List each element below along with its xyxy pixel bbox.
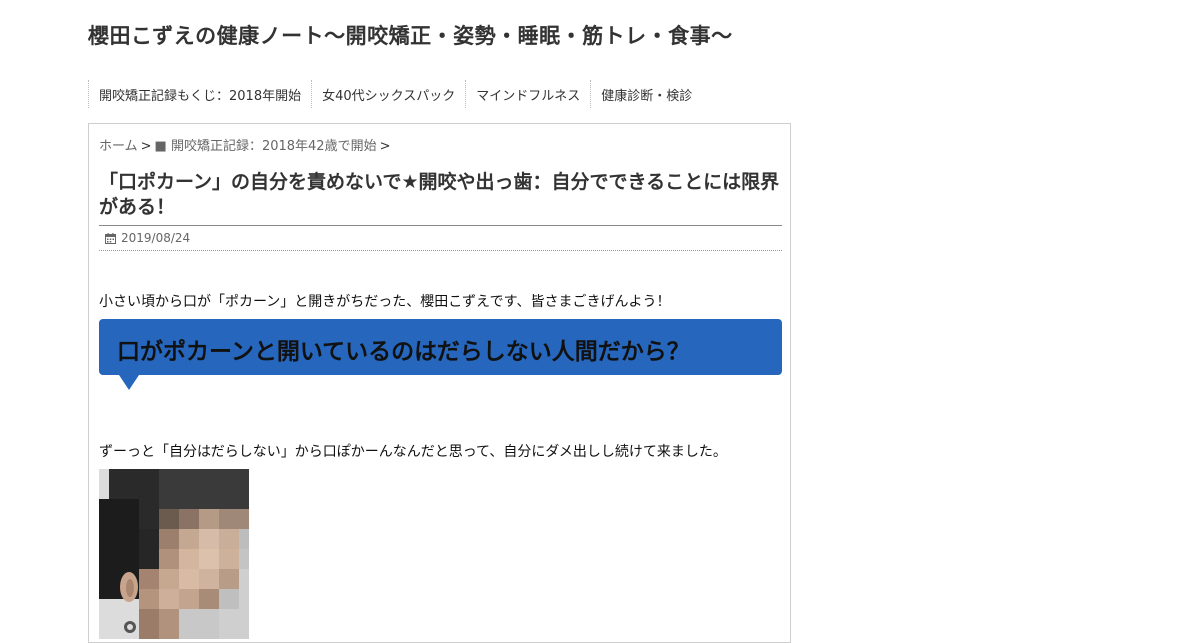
section-heading: 口がポカーンと開いているのはだらしない人間だから？ [117, 339, 690, 365]
section-heading-box: 口がポカーンと開いているのはだらしない人間だから？ [99, 319, 782, 375]
pixelated-face-photo [99, 469, 249, 639]
breadcrumb: ホーム > ■ 開咬矯正記録：2018年42歳で開始 > [99, 135, 393, 154]
post-date: 2019/08/24 [121, 231, 191, 245]
site-title[interactable]: 櫻田こずえの健康ノート〜開咬矯正・姿勢・睡眠・筋トレ・食事〜 [88, 20, 733, 50]
global-nav: 開咬矯正記録もくじ：2018年開始 女40代シックスパック マインドフルネス 健… [88, 80, 702, 108]
intro-paragraph: 小さい頃から口が「ポカーン」と開きがちだった、櫻田こずえです、皆さまごきげんよう… [99, 294, 671, 310]
nav-item-treatment-index[interactable]: 開咬矯正記録もくじ：2018年開始 [88, 80, 311, 108]
article-container: ホーム > ■ 開咬矯正記録：2018年42歳で開始 > 「口ポカーン」の自分を責めな… [88, 123, 791, 643]
breadcrumb-separator: > [379, 139, 391, 154]
post-title: 「口ポカーン」の自分を責めないで★開咬や出っ歯：自分でできることには限界がある！ [99, 170, 782, 226]
nav-item-health-checkup[interactable]: 健康診断・検診 [590, 80, 702, 108]
breadcrumb-separator: > [140, 139, 152, 154]
post-meta: 2019/08/24 [99, 230, 782, 251]
heading-speech-tail [119, 375, 139, 390]
breadcrumb-home-link[interactable]: ホーム [99, 139, 138, 154]
calendar-icon [105, 233, 116, 244]
nav-item-sixpack[interactable]: 女40代シックスパック [311, 80, 465, 108]
nav-item-mindfulness[interactable]: マインドフルネス [465, 80, 590, 108]
body-paragraph: ずーっと「自分はだらしない」から口ぽかーんなんだと思って、自分にダメ出しし続けて… [99, 444, 727, 460]
breadcrumb-category-link[interactable]: ■ 開咬矯正記録：2018年42歳で開始 [155, 139, 377, 154]
